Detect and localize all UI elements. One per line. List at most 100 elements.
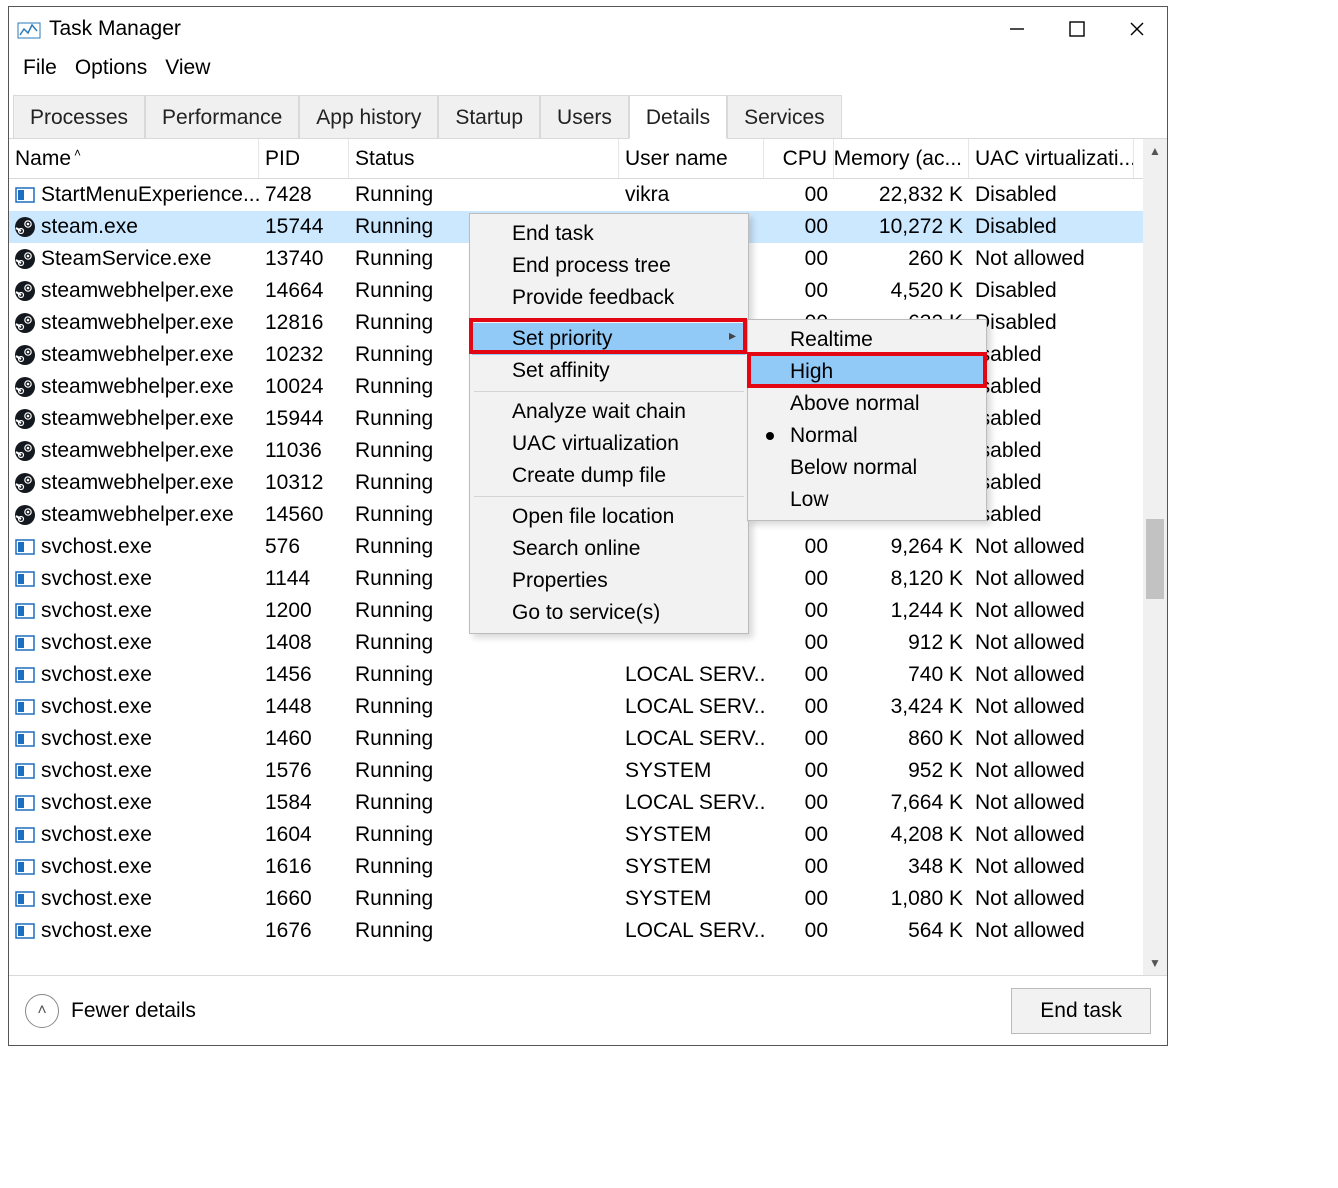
cell-pid: 1408 (259, 627, 349, 659)
cell-status: Running (349, 691, 619, 723)
table-row[interactable]: svchost.exe1584RunningLOCAL SERV...007,6… (9, 787, 1167, 819)
scroll-down-arrow-icon[interactable]: ▼ (1143, 951, 1167, 975)
menu-file[interactable]: File (17, 52, 63, 84)
cell-pid: 13740 (259, 243, 349, 275)
cell-cpu: 00 (764, 243, 834, 275)
cell-pid: 10312 (259, 467, 349, 499)
vertical-scrollbar[interactable]: ▲ ▼ (1143, 139, 1167, 975)
menu-item-open-file-location[interactable]: Open file location (472, 501, 746, 533)
menu-item-provide-feedback[interactable]: Provide feedback (472, 282, 746, 314)
cell-pid: 1584 (259, 787, 349, 819)
cell-cpu: 00 (764, 915, 834, 947)
priority-realtime[interactable]: Realtime (750, 324, 984, 356)
table-row[interactable]: svchost.exe1460RunningLOCAL SERV...00860… (9, 723, 1167, 755)
cell-pid: 10232 (259, 339, 349, 371)
cell-pid: 14560 (259, 499, 349, 531)
cell-name: steam.exe (9, 211, 259, 243)
service-icon (15, 825, 35, 845)
column-header[interactable]: User name (619, 139, 764, 178)
tab-details[interactable]: Details (629, 95, 727, 139)
cell-uac: Disabled (969, 275, 1134, 307)
column-header[interactable]: Name˄ (9, 139, 259, 178)
cell-uac: Not allowed (969, 755, 1134, 787)
end-task-button[interactable]: End task (1011, 988, 1151, 1034)
cell-name: svchost.exe (9, 723, 259, 755)
priority-normal[interactable]: Normal (750, 420, 984, 452)
cell-pid: 1456 (259, 659, 349, 691)
cell-pid: 1144 (259, 563, 349, 595)
column-header[interactable]: PID (259, 139, 349, 178)
window-title: Task Manager (49, 17, 987, 41)
menu-item-go-to-service-s-[interactable]: Go to service(s) (472, 597, 746, 629)
table-row[interactable]: svchost.exe1616RunningSYSTEM00348 KNot a… (9, 851, 1167, 883)
table-row[interactable]: svchost.exe1456RunningLOCAL SERV...00740… (9, 659, 1167, 691)
tab-users[interactable]: Users (540, 95, 629, 138)
column-header[interactable]: CPU (764, 139, 834, 178)
table-row[interactable]: svchost.exe1576RunningSYSTEM00952 KNot a… (9, 755, 1167, 787)
table-row[interactable]: StartMenuExperience...7428Runningvikra00… (9, 179, 1167, 211)
menu-item-end-task[interactable]: End task (472, 218, 746, 250)
steam-icon (15, 377, 35, 397)
cell-name: svchost.exe (9, 627, 259, 659)
column-header[interactable]: Status (349, 139, 619, 178)
footer: ˄ Fewer details End task (9, 975, 1167, 1045)
scroll-thumb[interactable] (1146, 519, 1164, 599)
maximize-button[interactable] (1047, 7, 1107, 51)
menu-item-properties[interactable]: Properties (472, 565, 746, 597)
tab-performance[interactable]: Performance (145, 95, 299, 138)
tab-services[interactable]: Services (727, 95, 842, 138)
cell-cpu: 00 (764, 531, 834, 563)
close-button[interactable] (1107, 7, 1167, 51)
cell-user: SYSTEM (619, 851, 764, 883)
service-icon (15, 633, 35, 653)
minimize-button[interactable] (987, 7, 1047, 51)
cell-cpu: 00 (764, 691, 834, 723)
tab-processes[interactable]: Processes (13, 95, 145, 138)
checked-bullet-icon (766, 432, 774, 440)
scroll-up-arrow-icon[interactable]: ▲ (1143, 139, 1167, 163)
cell-mem: 1,244 K (834, 595, 969, 627)
cell-cpu: 00 (764, 275, 834, 307)
service-icon (15, 729, 35, 749)
cell-status: Running (349, 883, 619, 915)
table-row[interactable]: svchost.exe1660RunningSYSTEM001,080 KNot… (9, 883, 1167, 915)
priority-low[interactable]: Low (750, 484, 984, 516)
app-icon (17, 19, 41, 39)
service-icon (15, 793, 35, 813)
menu-item-uac-virtualization[interactable]: UAC virtualization (472, 428, 746, 460)
table-row[interactable]: svchost.exe1676RunningLOCAL SERV...00564… (9, 915, 1167, 947)
cell-name: svchost.exe (9, 595, 259, 627)
cell-uac: Not allowed (969, 531, 1134, 563)
cell-cpu: 00 (764, 883, 834, 915)
menu-item-end-process-tree[interactable]: End process tree (472, 250, 746, 282)
cell-mem: 4,208 K (834, 819, 969, 851)
menu-view[interactable]: View (159, 52, 216, 84)
priority-high[interactable]: High (750, 356, 984, 388)
tab-startup[interactable]: Startup (438, 95, 540, 138)
cell-status: Running (349, 915, 619, 947)
table-row[interactable]: svchost.exe1604RunningSYSTEM004,208 KNot… (9, 819, 1167, 851)
column-header[interactable]: UAC virtualizati... (969, 139, 1134, 178)
cell-pid: 11036 (259, 435, 349, 467)
cell-status: Running (349, 659, 619, 691)
menu-item-set-priority[interactable]: Set priority▸ (472, 323, 746, 355)
priority-above-normal[interactable]: Above normal (750, 388, 984, 420)
menu-options[interactable]: Options (69, 52, 153, 84)
priority-below-normal[interactable]: Below normal (750, 452, 984, 484)
menu-item-set-affinity[interactable]: Set affinity (472, 355, 746, 387)
column-header[interactable]: Memory (ac... (834, 139, 969, 178)
menu-item-analyze-wait-chain[interactable]: Analyze wait chain (472, 396, 746, 428)
service-icon (15, 889, 35, 909)
menu-item-create-dump-file[interactable]: Create dump file (472, 460, 746, 492)
cell-name: svchost.exe (9, 755, 259, 787)
cell-mem: 4,520 K (834, 275, 969, 307)
steam-icon (15, 409, 35, 429)
service-icon (15, 665, 35, 685)
fewer-details-button[interactable]: ˄ Fewer details (25, 994, 196, 1028)
priority-submenu: RealtimeHighAbove normalNormalBelow norm… (747, 319, 987, 521)
cell-pid: 15744 (259, 211, 349, 243)
cell-uac: Not allowed (969, 851, 1134, 883)
table-row[interactable]: svchost.exe1448RunningLOCAL SERV...003,4… (9, 691, 1167, 723)
menu-item-search-online[interactable]: Search online (472, 533, 746, 565)
tab-app-history[interactable]: App history (299, 95, 438, 138)
